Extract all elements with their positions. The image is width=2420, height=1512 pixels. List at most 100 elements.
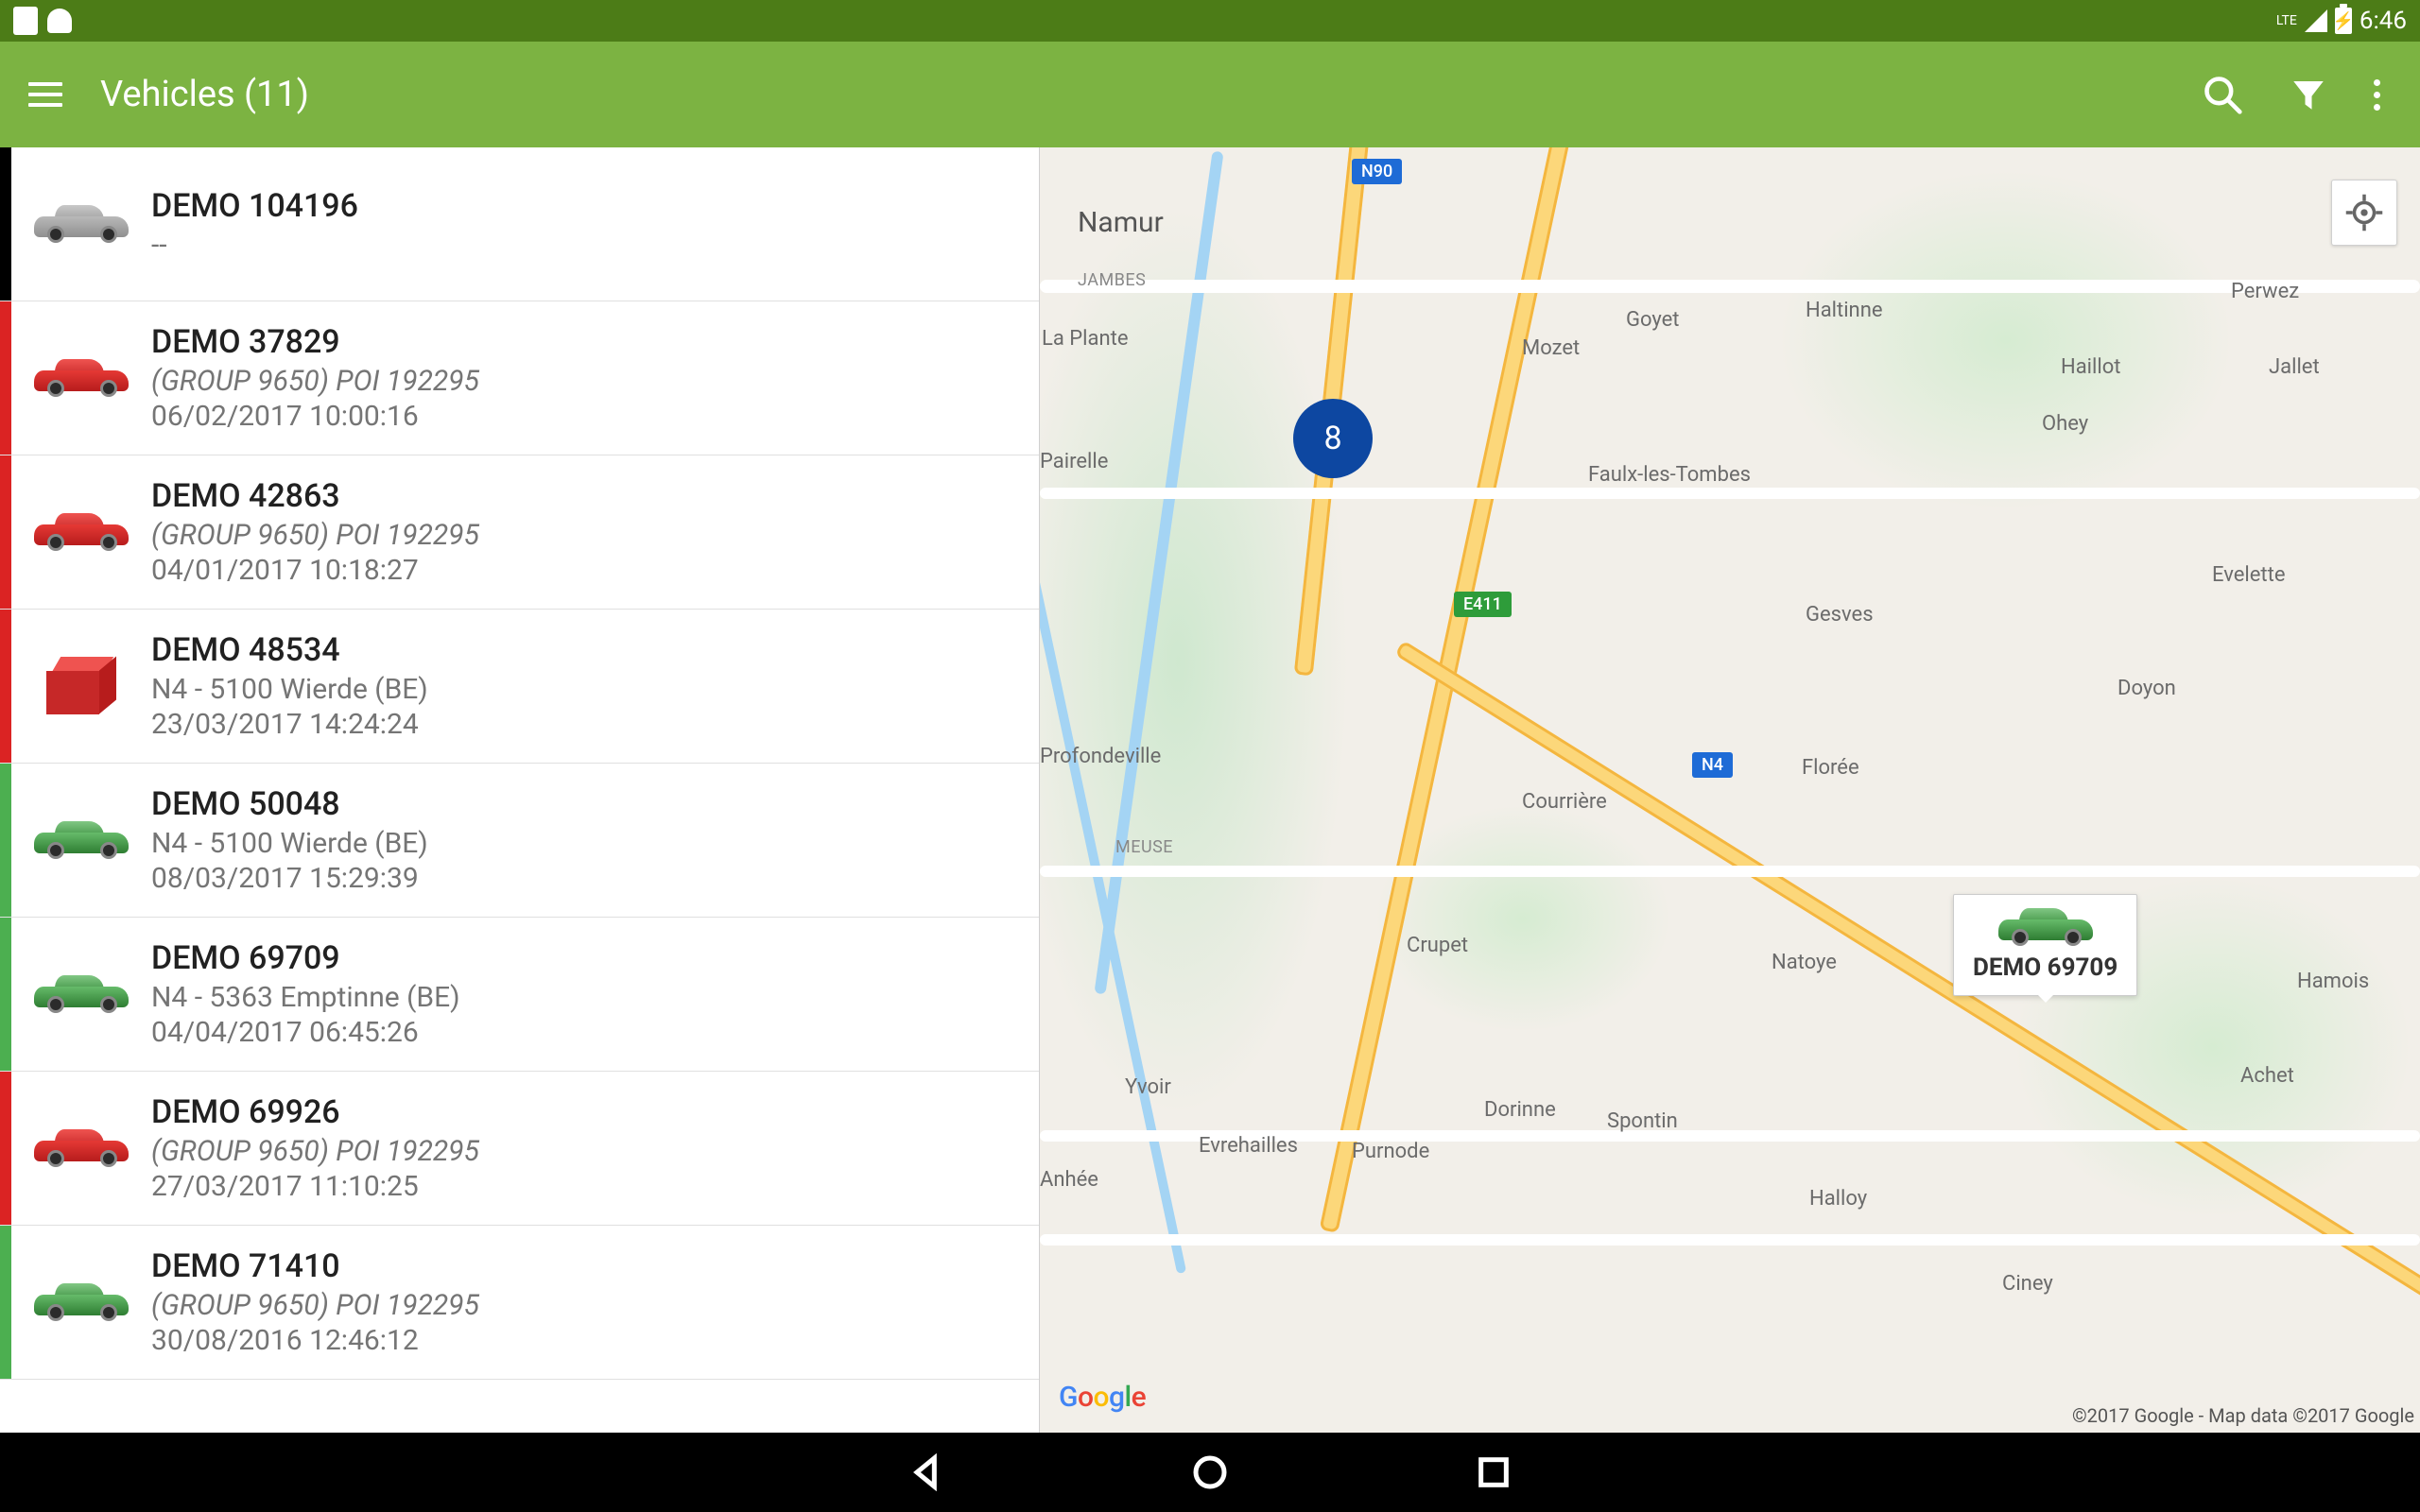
map-attribution: ©2017 Google - Map data ©2017 Google: [2072, 1404, 2414, 1427]
filter-button[interactable]: [2289, 75, 2328, 114]
android-status-bar: LTE ⚡ 6:46: [0, 0, 2420, 42]
map-place-label: Courrière: [1522, 790, 1607, 814]
vehicle-row[interactable]: DEMO 42863 (GROUP 9650) POI 19229504/01/2…: [0, 455, 1039, 610]
map-view[interactable]: Namur JAMBES La Plante Pairelle Mozet Goyet Ha…: [1040, 147, 2420, 1433]
recents-button[interactable]: [1475, 1453, 1512, 1491]
clock: 6:46: [2360, 7, 2407, 35]
map-place-label: Meuse: [1115, 837, 1173, 857]
vehicle-icon: [34, 205, 129, 243]
vehicle-timestamp: 04/01/2017 10:18:27: [151, 554, 1020, 587]
vehicle-timestamp: --: [151, 229, 1020, 262]
battery-icon: ⚡: [2335, 8, 2352, 34]
crosshair-icon: [2344, 193, 2384, 232]
vehicle-name: DEMO 50048: [151, 785, 1020, 823]
map-place-label: Perwez: [2231, 280, 2299, 303]
vehicle-name: DEMO 69709: [151, 939, 1020, 977]
vehicle-name: DEMO 42863: [151, 477, 1020, 515]
status-indicator: [0, 918, 11, 1071]
google-logo: Google: [1059, 1381, 1146, 1414]
vehicle-timestamp: 30/08/2016 12:46:12: [151, 1324, 1020, 1357]
map-place-label: Natoye: [1772, 951, 1837, 974]
vehicle-location: N4 - 5100 Wierde (BE): [151, 827, 1020, 860]
status-indicator: [0, 301, 11, 455]
debug-icon: [47, 9, 72, 33]
search-icon: [2202, 74, 2243, 115]
vehicle-location: N4 - 5363 Emptinne (BE): [151, 981, 1020, 1014]
vehicle-timestamp: 06/02/2017 10:00:16: [151, 400, 1020, 433]
info-window-label: DEMO 69709: [1973, 954, 2118, 982]
map-place-label: Evelette: [2212, 563, 2285, 587]
vehicle-timestamp: 27/03/2017 11:10:25: [151, 1170, 1020, 1203]
map-place-label: JAMBES: [1078, 270, 1146, 290]
vehicle-row[interactable]: DEMO 69709 N4 - 5363 Emptinne (BE)04/04/2…: [0, 918, 1039, 1072]
package-icon: [46, 657, 116, 715]
vehicle-icon: [34, 975, 129, 1013]
back-button[interactable]: [908, 1453, 945, 1491]
vehicle-location: (GROUP 9650) POI 192295: [151, 519, 1020, 552]
map-place-label: Halloy: [1809, 1187, 1867, 1211]
map-place-label: Evrehailles: [1199, 1134, 1298, 1158]
map-place-label: Hamois: [2297, 970, 2369, 993]
map-info-window[interactable]: DEMO 69709: [1953, 894, 2137, 996]
page-title: Vehicles (11): [100, 74, 2202, 115]
vehicle-timestamp: 08/03/2017 15:29:39: [151, 862, 1020, 895]
search-button[interactable]: [2202, 74, 2243, 115]
map-place-label: Haillot: [2061, 355, 2120, 379]
vehicle-name: DEMO 104196: [151, 187, 1020, 225]
map-place-label: Doyon: [2118, 677, 2176, 700]
overflow-menu-button[interactable]: [2374, 79, 2380, 111]
vehicle-row[interactable]: DEMO 104196 --: [0, 147, 1039, 301]
map-place-label: Goyet: [1626, 308, 1680, 332]
status-indicator: [0, 147, 11, 301]
vehicle-location: (GROUP 9650) POI 192295: [151, 1135, 1020, 1168]
vehicle-row[interactable]: DEMO 71410(GROUP 9650) POI 19229530/08/2…: [0, 1226, 1039, 1380]
vehicle-icon: [34, 1129, 129, 1167]
map-place-label: Mozet: [1522, 336, 1580, 360]
home-button[interactable]: [1191, 1453, 1229, 1491]
vehicle-row[interactable]: DEMO 50048 N4 - 5100 Wierde (BE)08/03/201…: [0, 764, 1039, 918]
map-place-label: Haltinne: [1806, 299, 1883, 322]
signal-icon: [2305, 9, 2327, 32]
filter-icon: [2289, 75, 2328, 114]
network-type: LTE: [2276, 14, 2297, 27]
map-place-label: Faulx-les-Tombes: [1588, 463, 1751, 487]
map-place-label: Achet: [2240, 1064, 2294, 1088]
vehicle-name: DEMO 48534: [151, 631, 1020, 669]
map-cluster-marker[interactable]: 8: [1293, 399, 1373, 478]
cluster-count: 8: [1323, 420, 1341, 457]
vehicle-name: DEMO 69926: [151, 1093, 1020, 1131]
status-indicator: [0, 1072, 11, 1225]
sd-card-icon: [13, 7, 38, 35]
map-place-label: Pairelle: [1040, 450, 1108, 473]
map-place-label: Purnode: [1352, 1140, 1429, 1163]
menu-button[interactable]: [28, 82, 62, 107]
vehicle-timestamp: 04/04/2017 06:45:26: [151, 1016, 1020, 1049]
vehicle-location: N4 - 5100 Wierde (BE): [151, 673, 1020, 706]
android-nav-bar: [0, 1433, 2420, 1512]
status-indicator: [0, 455, 11, 609]
vehicle-list[interactable]: DEMO 104196 -- DEMO 37829(GROUP 9650) POI …: [0, 147, 1040, 1433]
map-place-label: Jallet: [2269, 355, 2320, 379]
vehicle-row[interactable]: DEMO 48534N4 - 5100 Wierde (BE)23/03/201…: [0, 610, 1039, 764]
vehicle-location: (GROUP 9650) POI 192295: [151, 1289, 1020, 1322]
route-badge: E411: [1454, 592, 1512, 617]
map-place-label: Dorinne: [1484, 1098, 1556, 1122]
map-place-label: La Plante: [1042, 327, 1128, 351]
map-place-label: Yvoir: [1125, 1075, 1171, 1099]
vehicle-icon: [34, 359, 129, 397]
map-place-label: Florée: [1802, 756, 1859, 780]
map-place-label: Namur: [1078, 206, 1164, 239]
my-location-button[interactable]: [2331, 180, 2397, 246]
app-bar: Vehicles (11): [0, 42, 2420, 147]
map-place-label: Profondeville: [1040, 745, 1161, 768]
vehicle-icon: [34, 1283, 129, 1321]
status-indicator: [0, 1226, 11, 1379]
vehicle-location: (GROUP 9650) POI 192295: [151, 365, 1020, 398]
map-place-label: Ciney: [2002, 1272, 2053, 1296]
map-place-label: Crupet: [1407, 934, 1468, 957]
car-icon: [1998, 908, 2093, 946]
map-place-label: Spontin: [1607, 1109, 1678, 1133]
vehicle-icon: [34, 821, 129, 859]
vehicle-row[interactable]: DEMO 69926 (GROUP 9650) POI 19229527/03/2…: [0, 1072, 1039, 1226]
vehicle-row[interactable]: DEMO 37829(GROUP 9650) POI 19229506/02/2…: [0, 301, 1039, 455]
